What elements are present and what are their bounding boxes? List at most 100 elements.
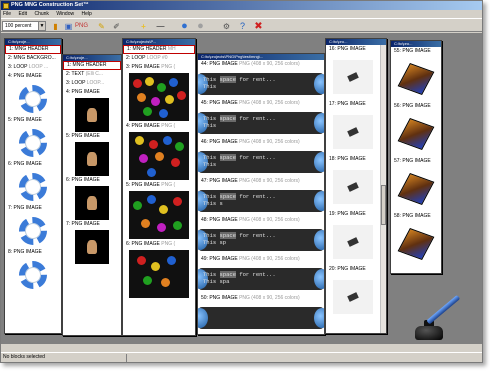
circle-gray-icon[interactable]: ● [195,20,206,32]
image-thumbnail[interactable] [198,303,324,333]
list-item[interactable]: 5: PNG IMAGE [5,116,61,125]
image-thumbnail[interactable] [5,81,61,116]
list-item[interactable]: 8: PNG IMAGE [5,248,61,257]
list-item[interactable]: 5: PNG IMAGE [63,132,121,141]
image-thumbnail[interactable] [63,97,121,132]
list-item[interactable]: 20: PNG IMAGE [326,265,380,274]
image-thumbnail[interactable]: This space for rent... This [198,108,324,138]
image-list: 44: PNG IMAGE PNG (408 x 90, 256 colors)… [198,60,324,333]
list-item[interactable]: 55: PNG IMAGE [391,47,441,56]
list-item[interactable]: 3: LOOP LOOP... [63,79,121,88]
list-item[interactable]: 3: PNG IMAGE PNG ( [123,63,195,72]
list-item[interactable]: 16: PNG IMAGE [326,45,380,54]
list-item[interactable]: 18: PNG IMAGE [326,155,380,164]
document-window-3[interactable]: C:\tc\projects\P... 1: MNG HEADER MH 2: … [122,38,196,336]
image-thumbnail[interactable]: This space for rent... This s [198,186,324,216]
image-list: 55: PNG IMAGE 56: PNG IMAGE 57: PNG IMAGE 5… [391,47,441,267]
list-item[interactable]: 46: PNG IMAGE PNG (408 x 90, 256 colors) [198,138,324,147]
image-thumbnail[interactable] [123,249,195,299]
image-thumbnail[interactable] [5,213,61,248]
menu-help[interactable]: Help [82,11,92,17]
list-item[interactable]: 6: PNG IMAGE PNG ( [123,240,195,249]
list-item[interactable]: 47: PNG IMAGE PNG (408 x 90, 256 colors) [198,177,324,186]
document-window-5[interactable]: C:\tc\pro... 16: PNG IMAGE 17: PNG IMAGE 1… [325,38,387,334]
image-thumbnail[interactable] [326,164,380,210]
list-item[interactable]: 2: TEXT (Elli C... [63,70,121,79]
list-item[interactable]: 1: MNG HEADER [63,61,121,70]
scrollbar[interactable] [380,45,386,333]
image-thumbnail[interactable] [391,111,441,157]
document-window-4[interactable]: C:\tc\projects\PNG\Png\test\mng\... 44: … [197,53,325,335]
list-item[interactable]: 5: PNG IMAGE PNG ( [123,181,195,190]
image-thumbnail[interactable]: This space for rent... This [198,69,324,99]
book-icon[interactable]: ▣ [63,21,74,31]
image-thumbnail[interactable] [391,56,441,102]
zoom-select[interactable]: 100 percent ▼ [2,21,46,31]
list-item[interactable]: 2: MNG BACKGRO... [5,54,61,63]
image-thumbnail[interactable] [5,169,61,204]
brush-icon[interactable]: ✐ [111,21,122,31]
image-thumbnail[interactable]: This space for rent... This spa [198,264,324,294]
scrollbar-thumb[interactable] [381,185,386,225]
list-item[interactable]: 7: PNG IMAGE [5,204,61,213]
status-bar: No blocks selected [1,352,482,362]
list-item[interactable]: 4: PNG IMAGE [5,72,61,81]
title-bar: PNG MNG Construction Set™ [1,1,482,10]
document-window-1[interactable]: C:\tc\proje... 1: MNG HEADER 2: MNG BACK… [4,38,62,334]
document-window-6[interactable]: C:\tc\pro... 55: PNG IMAGE 56: PNG IMAGE 5… [390,40,442,274]
app-title: PNG MNG Construction Set™ [11,2,89,8]
image-thumbnail[interactable] [123,131,195,181]
list-item[interactable]: 1: MNG HEADER MH [123,45,195,54]
list-item[interactable]: 57: PNG IMAGE [391,157,441,166]
list-item[interactable]: 6: PNG IMAGE [63,176,121,185]
circle-blue-icon[interactable]: ● [179,20,190,32]
image-thumbnail[interactable] [326,219,380,265]
image-thumbnail[interactable] [63,141,121,176]
settings-icon[interactable]: ⚙ [221,21,232,31]
list-item[interactable]: 19: PNG IMAGE [326,210,380,219]
list-item[interactable]: 4: PNG IMAGE PNG ( [123,122,195,131]
list-item[interactable]: 3: LOOP LOOP ... [5,63,61,72]
add-icon[interactable]: + [138,21,149,31]
menu-file[interactable]: File [3,11,11,17]
image-thumbnail[interactable] [326,54,380,100]
image-thumbnail[interactable]: This space for rent... This sp [198,225,324,255]
list-item[interactable]: 45: PNG IMAGE PNG (408 x 90, 256 colors) [198,99,324,108]
image-thumbnail[interactable] [391,166,441,212]
list-item[interactable]: 4: PNG IMAGE [63,88,121,97]
image-thumbnail[interactable] [63,185,121,220]
app-icon [3,2,9,9]
chevron-down-icon[interactable]: ▼ [38,22,45,30]
list-item[interactable]: 17: PNG IMAGE [326,100,380,109]
wand-icon[interactable]: ✎ [96,21,107,31]
menu-edit[interactable]: Edit [18,11,27,17]
image-thumbnail[interactable] [326,109,380,155]
document-window-2[interactable]: C:\tc\proje... 1: MNG HEADER 2: TEXT (El… [62,54,122,336]
png-icon[interactable]: PNG [75,21,88,31]
image-thumbnail[interactable] [5,257,61,292]
list-item[interactable]: 6: PNG IMAGE [5,160,61,169]
list-item[interactable]: 48: PNG IMAGE PNG (408 x 90, 256 colors) [198,216,324,225]
menu-window[interactable]: Window [56,11,74,17]
image-thumbnail[interactable] [123,190,195,240]
list-item[interactable]: 56: PNG IMAGE [391,102,441,111]
close-icon[interactable]: ✖ [253,21,264,32]
remove-icon[interactable]: — [155,21,166,31]
list-item[interactable]: 49: PNG IMAGE PNG (408 x 90, 256 colors) [198,255,324,264]
image-thumbnail[interactable] [391,221,441,267]
list-item[interactable]: 2: LOOP LOOP #0 [123,54,195,63]
image-thumbnail[interactable] [326,274,380,320]
menu-chunk[interactable]: Chunk [34,11,48,17]
image-thumbnail[interactable] [123,72,195,122]
open-icon[interactable]: ▮ [50,21,61,31]
image-thumbnail[interactable] [63,229,121,264]
menu-bar: File Edit Chunk Window Help [1,10,482,18]
list-item[interactable]: 7: PNG IMAGE [63,220,121,229]
image-thumbnail[interactable] [5,125,61,160]
help-icon[interactable]: ? [237,21,248,31]
list-item[interactable]: 58: PNG IMAGE [391,212,441,221]
list-item[interactable]: 44: PNG IMAGE PNG (408 x 90, 256 colors) [198,60,324,69]
image-thumbnail[interactable]: This space for rent... This [198,147,324,177]
list-item[interactable]: 1: MNG HEADER [5,45,61,54]
list-item[interactable]: 50: PNG IMAGE PNG (408 x 90, 256 colors) [198,294,324,303]
